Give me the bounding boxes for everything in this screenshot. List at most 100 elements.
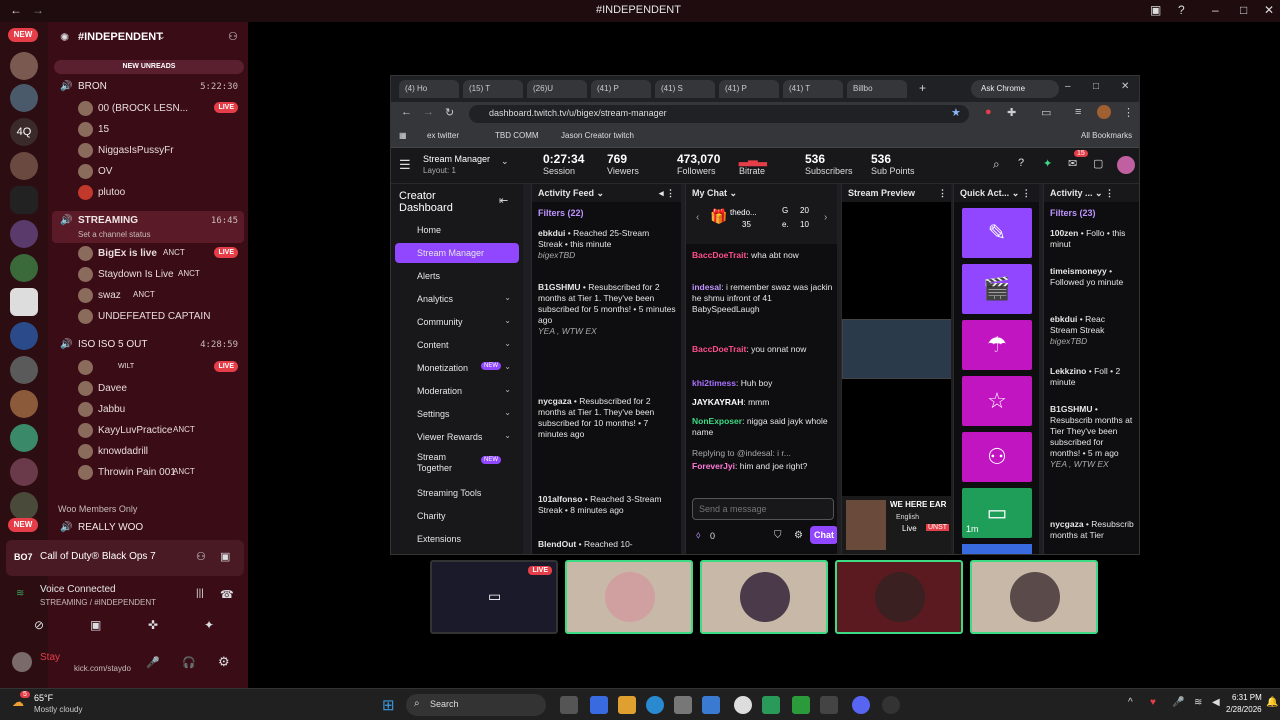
new-unreads-bar[interactable]: NEW UNREADS [54, 60, 244, 74]
voice-channel-name[interactable]: STREAMING [78, 215, 138, 226]
app-icon[interactable] [590, 696, 608, 714]
chevron-left-icon[interactable]: ‹ [696, 212, 699, 223]
nav-home[interactable]: Home [395, 220, 519, 240]
filters-button[interactable]: Filters (22) [538, 208, 584, 218]
chat-message[interactable]: JAYKAYRAH: mmm [692, 397, 836, 408]
nav-viewer-rewards[interactable]: Viewer Rewards ⌄ [395, 427, 519, 447]
tray-icon[interactable]: ♥ [1150, 697, 1156, 708]
activities-icon[interactable]: ✜ [148, 618, 158, 632]
hamburger-menu-icon[interactable]: ☰ [399, 157, 411, 173]
settings-gear-icon[interactable]: ⚙ [794, 530, 803, 541]
favorite-star-button[interactable]: ☆ [962, 376, 1032, 426]
voice-member[interactable]: Staydown Is Live ANCT [48, 265, 248, 285]
user-avatar[interactable] [12, 652, 32, 672]
extension-icon[interactable]: ● [985, 106, 992, 118]
reply-context[interactable]: Replying to @indesal: i r... [692, 448, 836, 459]
settings-gear-icon[interactable]: ✺ [60, 31, 69, 44]
screen-share-tile[interactable]: LIVE ▭ [430, 560, 558, 634]
volume-icon[interactable]: ◀ [1212, 697, 1220, 708]
nav-alerts[interactable]: Alerts [395, 266, 519, 286]
maximize-button[interactable]: □ [1093, 81, 1099, 92]
chat-message[interactable]: indesal: i remember swaz was jackin he s… [692, 282, 836, 315]
app-icon[interactable] [702, 696, 720, 714]
bookmark-link[interactable]: Jason Creator twitch [561, 131, 634, 140]
screen-share-icon[interactable]: ▣ [90, 618, 101, 632]
nav-moderation[interactable]: Moderation ⌄ [395, 381, 519, 401]
ad-break-button[interactable]: ☂ [962, 320, 1032, 370]
voice-member[interactable]: KayyLuvPractice ANCT [48, 421, 248, 441]
weather-desc[interactable]: Mostly cloudy [34, 705, 82, 714]
add-member-icon[interactable]: ⚇ [228, 30, 238, 43]
voice-member[interactable]: UNDEFEATED CAPTAIN [48, 307, 248, 327]
discord-icon[interactable] [852, 696, 870, 714]
activity-item[interactable]: B1GSHMU • Resubscrib months at Tier They… [1050, 404, 1134, 470]
channel-points-icon[interactable]: ⬨ [696, 530, 701, 541]
app-icon[interactable] [674, 696, 692, 714]
close-button[interactable]: ✕ [1121, 81, 1129, 92]
file-explorer-icon[interactable] [618, 696, 636, 714]
nav-community[interactable]: Community ⌄ [395, 312, 519, 332]
forward-arrow-icon[interactable]: → [32, 3, 44, 17]
stat-subscribers[interactable]: 536 Subscribers [805, 152, 853, 176]
inbox-icon[interactable]: ✉ [1068, 157, 1077, 170]
chat-send-button[interactable]: Chat [810, 526, 837, 544]
tray-chevron-icon[interactable]: ^ [1128, 697, 1133, 708]
activity-item[interactable]: 101alfonso • Reached 3-Stream Streak • 8… [538, 494, 676, 516]
server-icon[interactable] [10, 152, 38, 180]
server-icon[interactable] [10, 220, 38, 248]
nav-streaming-tools[interactable]: Streaming Tools [395, 483, 519, 503]
filters-button[interactable]: Filters (23) [1050, 208, 1096, 218]
chat-message[interactable]: BaccDoeTrait: you onnat now [692, 344, 836, 355]
edit-stream-info-button[interactable]: ✎ [962, 208, 1032, 258]
soundboard-icon[interactable]: ✦ [204, 618, 214, 632]
chat-message[interactable]: ForeverJyi: him and joe right? [692, 461, 836, 472]
server-icon[interactable] [10, 254, 38, 282]
chat-input[interactable] [692, 498, 834, 520]
app-icon[interactable] [762, 696, 780, 714]
extensions-puzzle-icon[interactable]: ✚ [1007, 106, 1016, 119]
disconnect-icon[interactable]: ☎ [220, 588, 234, 601]
server-icon[interactable] [10, 356, 38, 384]
add-user-button[interactable]: ⚇ [962, 432, 1032, 482]
voice-channel-name[interactable]: ISO ISO 5 OUT [78, 339, 147, 350]
voice-member[interactable]: 15 [48, 120, 248, 140]
nav-extensions[interactable]: Extensions [395, 529, 519, 549]
server-icon[interactable] [10, 390, 38, 418]
collapse-icon[interactable]: ⇤ [499, 194, 508, 207]
sparkle-icon[interactable]: ✦ [1043, 157, 1052, 170]
reload-icon[interactable]: ↻ [445, 106, 454, 119]
chat-message[interactable]: NonExposer: nigga said jayk whole name [692, 416, 836, 438]
all-bookmarks[interactable]: All Bookmarks [1081, 131, 1132, 140]
new-tab-icon[interactable]: + [919, 81, 926, 95]
browser-tab[interactable]: (41) P [719, 80, 779, 98]
task-view-icon[interactable] [560, 696, 578, 714]
stat-followers[interactable]: 473,070 Followers [677, 152, 720, 176]
server-icon[interactable] [10, 458, 38, 486]
camera-tile[interactable] [700, 560, 828, 634]
minimize-button[interactable]: – [1065, 81, 1071, 92]
weather-temp[interactable]: 65°F [34, 693, 53, 703]
bookmark-star-icon[interactable]: ★ [951, 106, 961, 119]
browser-tab[interactable]: (15) T [463, 80, 523, 98]
voice-member[interactable]: BigEx is live ANCT LIVE [48, 244, 248, 264]
chat-message[interactable]: khi2timess: Huh boy [692, 378, 836, 389]
voice-channel-name[interactable]: BRON [78, 81, 107, 92]
chrome-icon[interactable] [734, 696, 752, 714]
maximize-button[interactable]: □ [1240, 3, 1247, 17]
voice-member[interactable]: Davee [48, 379, 248, 399]
call-of-duty-icon[interactable] [820, 696, 838, 714]
voice-channel-name[interactable]: REALLY WOO [78, 522, 143, 533]
help-icon[interactable]: ? [1178, 3, 1185, 17]
side-panel-icon[interactable]: ▭ [1041, 106, 1051, 119]
profile-avatar[interactable] [1097, 105, 1111, 119]
activity-item[interactable]: nycgaza • Resubscrib months at Tier [1050, 519, 1134, 541]
bookmark-link[interactable]: TBD COMM [495, 131, 539, 140]
stat-viewers[interactable]: 769 Viewers [607, 152, 639, 176]
microphone-icon[interactable]: 🎤 [146, 656, 160, 669]
voice-member[interactable]: plutoo [48, 183, 248, 203]
browser-tab[interactable]: Billbo [847, 80, 907, 98]
close-button[interactable]: ✕ [1264, 3, 1274, 17]
start-windows-icon[interactable]: ⊞ [382, 696, 395, 714]
voice-member[interactable]: swaz ANCT [48, 286, 248, 306]
clock-date[interactable]: 2/28/2026 [1226, 705, 1262, 714]
